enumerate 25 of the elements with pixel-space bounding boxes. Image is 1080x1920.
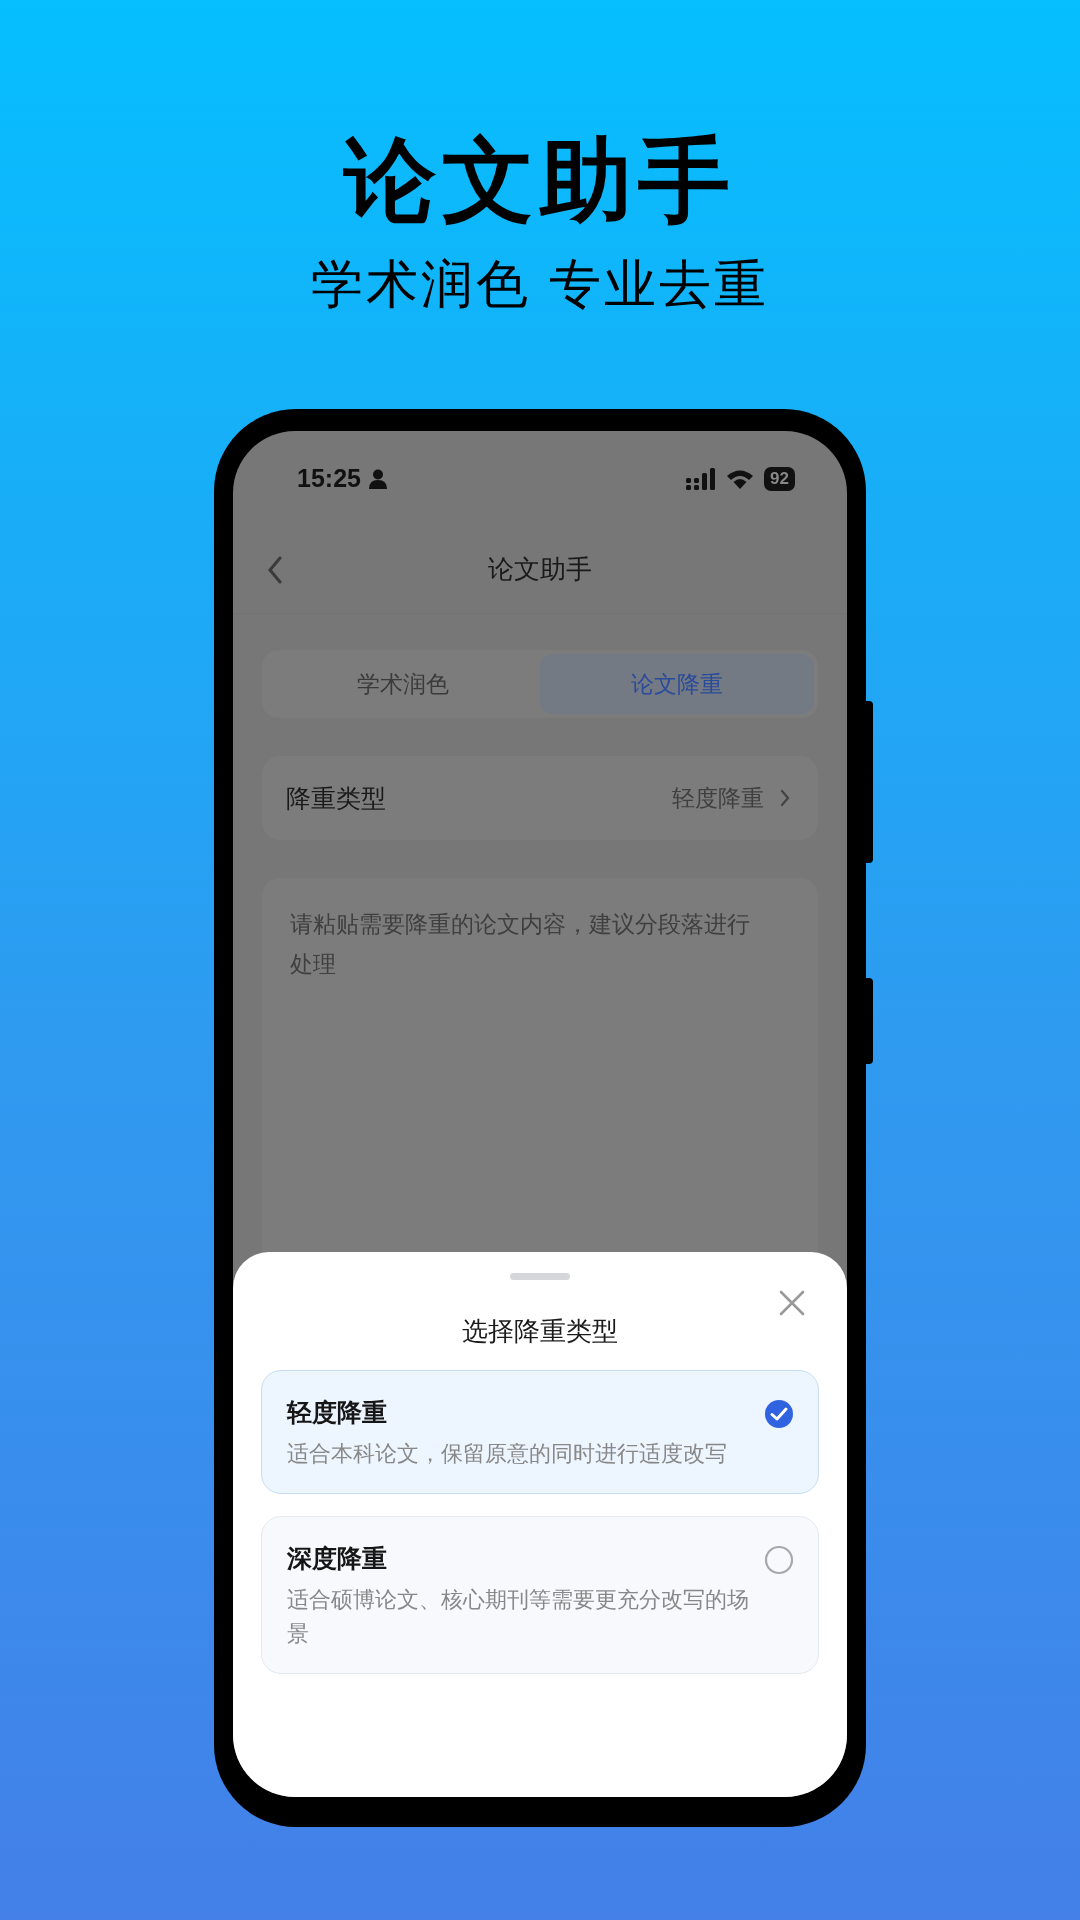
option-description: 适合硕博论文、核心期刊等需要更充分改写的场景 xyxy=(287,1587,750,1648)
drag-handle[interactable] xyxy=(510,1273,570,1280)
tab[interactable]: 学术润色 xyxy=(266,654,540,714)
option-card[interactable]: 轻度降重 适合本科论文，保留原意的同时进行适度改写 xyxy=(261,1370,819,1494)
nav-title: 论文助手 xyxy=(488,553,592,586)
type-row[interactable]: 降重类型 轻度降重 xyxy=(262,756,818,840)
radio-icon[interactable] xyxy=(764,1545,794,1575)
option-card[interactable]: 深度降重 适合硕博论文、核心期刊等需要更充分改写的场景 xyxy=(261,1516,819,1674)
option-title: 深度降重 xyxy=(287,1543,388,1574)
option-description: 适合本科论文，保留原意的同时进行适度改写 xyxy=(287,1441,728,1468)
battery-level: 92 xyxy=(764,466,795,491)
checked-radio-icon[interactable] xyxy=(764,1399,794,1429)
status-time: 15:25 xyxy=(297,464,361,493)
back-icon[interactable] xyxy=(267,556,283,584)
promo-title: 论文助手 xyxy=(344,130,736,231)
row-label: 降重类型 xyxy=(286,782,387,814)
wifi-icon xyxy=(726,468,755,489)
chevron-right-icon xyxy=(780,789,790,807)
promo-subtitle: 学术润色 专业去重 xyxy=(311,255,769,313)
close-icon[interactable] xyxy=(779,1290,805,1316)
option-title: 轻度降重 xyxy=(287,1397,388,1428)
person-icon xyxy=(368,468,387,489)
sheet-title: 选择降重类型 xyxy=(461,1315,619,1348)
row-value: 轻度降重 xyxy=(672,783,764,813)
signal-icon xyxy=(686,467,717,490)
